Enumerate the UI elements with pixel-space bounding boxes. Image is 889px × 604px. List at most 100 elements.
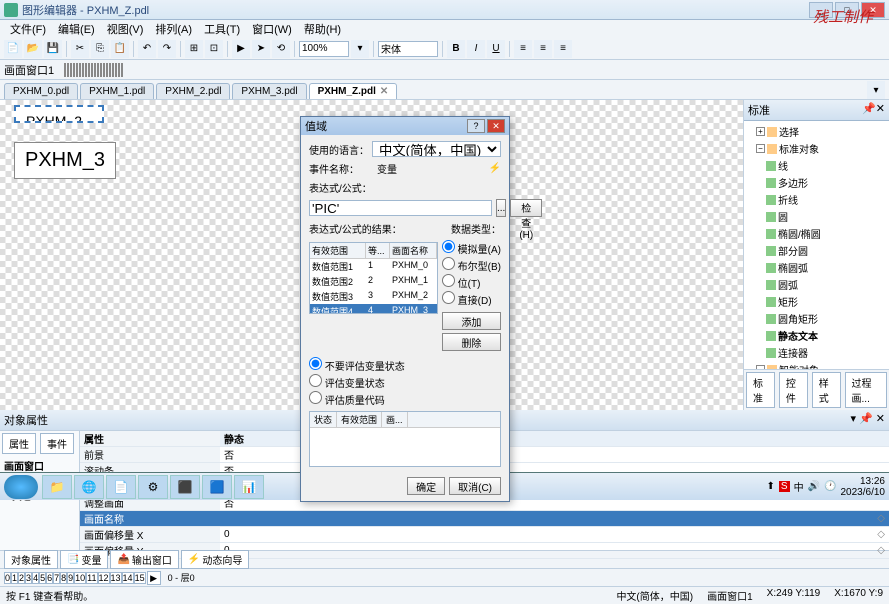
tab-close-icon[interactable]: ✕ bbox=[380, 86, 388, 97]
radio-eval-var[interactable]: 评估变量状态 bbox=[309, 374, 501, 390]
tree-node[interactable]: 静态文本 bbox=[746, 327, 887, 344]
radio-analog[interactable]: 模拟量(A) bbox=[442, 240, 501, 256]
radio-bit[interactable]: 位(T) bbox=[442, 274, 501, 290]
layer-button[interactable]: 13 bbox=[110, 572, 122, 584]
check-button[interactable]: 检查(H) bbox=[510, 199, 542, 217]
color-swatch[interactable] bbox=[85, 63, 87, 77]
menu-help[interactable]: 帮助(H) bbox=[298, 21, 347, 37]
tab-pxhm1[interactable]: PXHM_1.pdl bbox=[80, 83, 154, 99]
layer-button[interactable]: 15 bbox=[134, 572, 146, 584]
taskbar-app-3[interactable]: 📄 bbox=[106, 475, 136, 499]
list-row[interactable]: 数值范围11PXHM_0 bbox=[310, 259, 437, 274]
tab-pxhmz[interactable]: PXHM_Z.pdl✕ bbox=[309, 83, 398, 99]
layer-button[interactable]: 1 bbox=[11, 572, 18, 584]
layer-button[interactable]: 12 bbox=[98, 572, 110, 584]
bottom-tab-output[interactable]: 📤 输出窗口 bbox=[110, 550, 178, 569]
color-swatch[interactable] bbox=[67, 63, 69, 77]
color-swatch[interactable] bbox=[121, 63, 123, 77]
open-icon[interactable]: 📂 bbox=[24, 40, 42, 58]
tray-icon-sound[interactable]: 🔊 bbox=[808, 481, 820, 492]
panel-close-icon[interactable]: ✕ bbox=[876, 102, 885, 118]
state-list[interactable]: 状态有效范围画... bbox=[309, 411, 501, 467]
color-swatch[interactable] bbox=[82, 63, 84, 77]
menu-edit[interactable]: 编辑(E) bbox=[52, 21, 101, 37]
event-link-icon[interactable]: ⚡ bbox=[489, 163, 501, 174]
tree-node[interactable]: +选择 bbox=[746, 123, 887, 140]
taskbar-app-4[interactable]: ⚙ bbox=[138, 475, 168, 499]
palette-tab-process[interactable]: 过程画... bbox=[845, 372, 887, 408]
list-row[interactable]: 数值范围44PXHM_3 bbox=[310, 304, 437, 314]
redo-icon[interactable]: ↷ bbox=[158, 40, 176, 58]
panel-pin-icon[interactable]: 📌 bbox=[862, 102, 876, 118]
color-swatch[interactable] bbox=[118, 63, 120, 77]
taskbar-clock[interactable]: 13:262023/6/10 bbox=[841, 476, 886, 498]
tree-node[interactable]: −标准对象 bbox=[746, 140, 887, 157]
tree-node[interactable]: 多边形 bbox=[746, 174, 887, 191]
save-icon[interactable]: 💾 bbox=[44, 40, 62, 58]
color-swatch[interactable] bbox=[64, 63, 66, 77]
color-swatch[interactable] bbox=[70, 63, 72, 77]
bottom-tab-dynamic[interactable]: ⚡ 动态向导 bbox=[181, 550, 249, 569]
menu-view[interactable]: 视图(V) bbox=[101, 21, 150, 37]
tray-icon-clock[interactable]: 🕐 bbox=[824, 481, 836, 492]
taskbar-app-5[interactable]: ⬛ bbox=[170, 475, 200, 499]
tree-node[interactable]: 折线 bbox=[746, 191, 887, 208]
copy-icon[interactable]: ⎘ bbox=[91, 40, 109, 58]
list-row[interactable]: 数值范围22PXHM_1 bbox=[310, 274, 437, 289]
tree-node[interactable]: 矩形 bbox=[746, 293, 887, 310]
design-object-pxhm2[interactable]: PXHM_2 bbox=[14, 105, 104, 123]
tree-node[interactable]: 椭圆弧 bbox=[746, 259, 887, 276]
italic-icon[interactable]: I bbox=[467, 40, 485, 58]
dialog-close-icon[interactable]: ✕ bbox=[487, 119, 505, 133]
layer-next-icon[interactable]: ▶ bbox=[147, 571, 161, 585]
grid-icon[interactable]: ⊞ bbox=[185, 40, 203, 58]
layer-button[interactable]: 14 bbox=[122, 572, 134, 584]
zoom-input[interactable] bbox=[299, 41, 349, 57]
expr-browse-button[interactable]: ... bbox=[496, 199, 506, 217]
palette-tab-styles[interactable]: 样式 bbox=[812, 372, 841, 408]
layer-button[interactable]: 0 bbox=[4, 572, 11, 584]
prop-tab-attributes[interactable]: 属性 bbox=[2, 433, 36, 454]
cut-icon[interactable]: ✂ bbox=[71, 40, 89, 58]
color-swatch[interactable] bbox=[79, 63, 81, 77]
radio-no-eval[interactable]: 不要评估变量状态 bbox=[309, 357, 501, 373]
result-list[interactable]: 有效范围等...画面名称 数值范围11PXHM_0数值范围22PXHM_1数值范… bbox=[309, 242, 438, 314]
color-swatch[interactable] bbox=[115, 63, 117, 77]
radio-eval-quality[interactable]: 评估质量代码 bbox=[309, 391, 501, 407]
list-row[interactable]: 数值范围33PXHM_2 bbox=[310, 289, 437, 304]
property-row[interactable]: 画面偏移量 X0 ◇ bbox=[80, 527, 889, 543]
object-tree[interactable]: +选择−标准对象线多边形折线圆椭圆/椭圆部分圆椭圆弧圆弧矩形圆角矩形静态文本连接… bbox=[744, 121, 889, 369]
color-swatch[interactable] bbox=[91, 63, 93, 77]
delete-button[interactable]: 删除 bbox=[442, 333, 501, 351]
tree-node[interactable]: −智能对象 bbox=[746, 361, 887, 369]
menu-file[interactable]: 文件(F) bbox=[4, 21, 52, 37]
color-swatch[interactable] bbox=[106, 63, 108, 77]
tray-icon-lang[interactable]: 中 bbox=[794, 479, 804, 494]
ok-button[interactable]: 确定 bbox=[407, 477, 445, 495]
tree-node[interactable]: 圆 bbox=[746, 208, 887, 225]
color-swatch[interactable] bbox=[112, 63, 114, 77]
taskbar-app-1[interactable]: 📁 bbox=[42, 475, 72, 499]
taskbar-app-7[interactable]: 📊 bbox=[234, 475, 264, 499]
tree-node[interactable]: 线 bbox=[746, 157, 887, 174]
layer-button[interactable]: 11 bbox=[86, 572, 97, 584]
color-swatch[interactable] bbox=[97, 63, 99, 77]
layer-button[interactable]: 2 bbox=[18, 572, 25, 584]
tray-icon-ime[interactable]: S bbox=[779, 481, 790, 492]
color-swatch[interactable] bbox=[100, 63, 102, 77]
tree-node[interactable]: 部分圆 bbox=[746, 242, 887, 259]
tab-dropdown-icon[interactable]: ▾ bbox=[867, 81, 885, 99]
color-swatch[interactable] bbox=[73, 63, 75, 77]
zoom-dropdown-icon[interactable]: ▾ bbox=[351, 40, 369, 58]
lang-select[interactable]: 中文(简体，中国) bbox=[372, 141, 501, 157]
font-input[interactable] bbox=[378, 41, 438, 57]
props-dropdown-icon[interactable]: ▾ 📌 ✕ bbox=[850, 412, 885, 428]
bottom-tab-props[interactable]: 对象属性 bbox=[4, 550, 58, 569]
tree-node[interactable]: 椭圆/椭圆 bbox=[746, 225, 887, 242]
tab-pxhm2[interactable]: PXHM_2.pdl bbox=[156, 83, 230, 99]
radio-direct[interactable]: 直接(D) bbox=[442, 291, 501, 307]
play-icon[interactable]: ▶ bbox=[232, 40, 250, 58]
menu-tools[interactable]: 工具(T) bbox=[198, 21, 246, 37]
maximize-button[interactable]: □ bbox=[835, 2, 859, 18]
rotate-icon[interactable]: ⟲ bbox=[272, 40, 290, 58]
